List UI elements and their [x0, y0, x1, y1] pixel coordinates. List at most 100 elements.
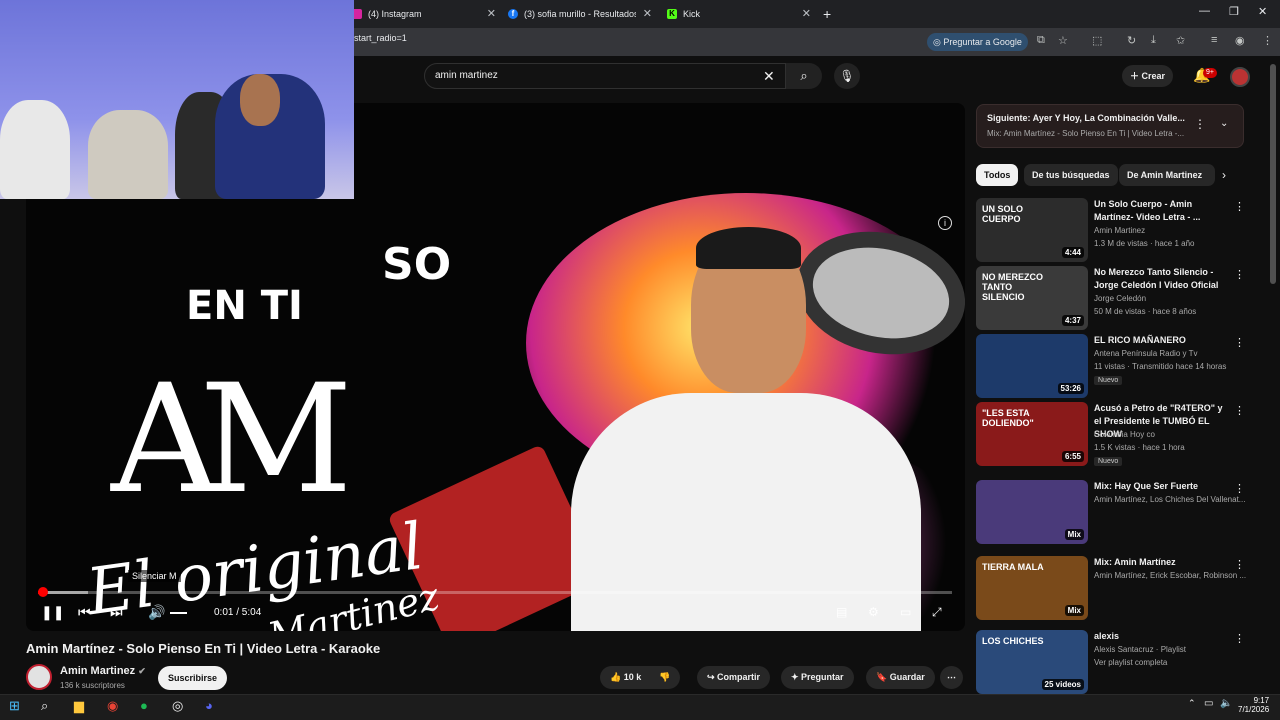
previous-icon[interactable]: ⏮	[78, 604, 91, 621]
up-next-card[interactable]: Siguiente: Ayer Y Hoy, La Combinación Va…	[976, 104, 1244, 148]
favorites-icon[interactable]: ✩	[1176, 34, 1185, 47]
chrome-icon[interactable]: ◉	[107, 698, 118, 714]
chevron-right-icon[interactable]: ›	[1222, 168, 1226, 182]
kebab-menu-icon[interactable]: ⋮	[1234, 404, 1245, 417]
fullscreen-icon[interactable]: ⤢	[932, 605, 942, 620]
discord-icon[interactable]: ◕	[205, 698, 213, 713]
video-thumbnail[interactable]: TIERRA MALA Mix	[976, 556, 1088, 620]
video-thumbnail[interactable]: UN SOLO CUERPO 4:44	[976, 198, 1088, 262]
related-video-channel[interactable]: Colombia Hoy co	[1094, 430, 1155, 439]
related-video-item[interactable]: UN SOLO CUERPO 4:44 Un Solo Cuerpo - Amin …	[976, 198, 1245, 262]
close-icon[interactable]: ✕	[802, 7, 811, 20]
video-thumbnail[interactable]: Mix	[976, 480, 1088, 544]
tray-chevron-icon[interactable]: ⌃	[1188, 698, 1196, 709]
subscribe-button[interactable]: Suscribirse	[158, 666, 228, 690]
related-video-item[interactable]: NO MEREZCO TANTO SILENCIO 4:37 No Merezco …	[976, 266, 1245, 330]
obs-icon[interactable]: ◎	[172, 698, 183, 714]
network-icon[interactable]: ▭	[1204, 698, 1213, 709]
new-tab-button[interactable]: +	[823, 4, 831, 24]
related-video-channel[interactable]: Amin Martínez, Los Chiches Del Vallenat.…	[1094, 495, 1245, 504]
related-video-title[interactable]: Mix: Amin Martínez	[1094, 556, 1224, 569]
more-actions-button[interactable]: ⋯	[940, 666, 963, 689]
voice-search-button[interactable]: 🎙	[834, 63, 860, 89]
volume-slider[interactable]	[170, 612, 187, 614]
close-window-icon[interactable]: ✕	[1258, 5, 1267, 18]
video-thumbnail[interactable]: 53:26	[976, 334, 1088, 398]
chip-de-amin-martinez[interactable]: De Amin Martinez	[1119, 164, 1215, 186]
kebab-menu-icon[interactable]: ⋮	[1234, 336, 1245, 349]
related-video-title[interactable]: Un Solo Cuerpo - Amin Martínez- Video Le…	[1094, 198, 1224, 224]
chevron-down-icon[interactable]: ⌄	[1220, 118, 1228, 129]
page-scrollbar[interactable]	[1270, 64, 1276, 284]
related-video-item[interactable]: "LES ESTA DOLIENDO" 6:55 Acusó a Petro de …	[976, 402, 1245, 466]
tab-instagram[interactable]: (4) Instagram ✕	[352, 4, 496, 24]
kebab-menu-icon[interactable]: ⋮	[1234, 268, 1245, 281]
spotify-icon[interactable]: ●	[140, 698, 148, 713]
kebab-menu-icon[interactable]: ⋮	[1234, 482, 1245, 495]
file-explorer-icon[interactable]: ▆	[74, 698, 84, 714]
related-video-title[interactable]: EL RICO MAÑANERO	[1094, 334, 1224, 347]
related-video-channel[interactable]: Antena Península Radio y Tv	[1094, 349, 1197, 358]
bookmark-star-icon[interactable]: ☆	[1058, 34, 1068, 47]
avatar[interactable]	[1230, 67, 1250, 87]
subtitles-icon[interactable]: ▤	[836, 605, 847, 619]
channel-name[interactable]: Amin Martinez ✔	[60, 665, 146, 677]
scrubber-handle[interactable]	[37, 587, 48, 597]
kebab-menu-icon[interactable]: ⋮	[1234, 558, 1245, 571]
ask-button[interactable]: ✦ Preguntar	[781, 666, 854, 689]
tab-facebook[interactable]: f (3) sofia murillo - Resultados de ✕	[508, 4, 652, 24]
download-icon[interactable]: ⤓	[1151, 34, 1156, 47]
related-video-item[interactable]: Mix Mix: Hay Que Ser Fuerte Amin Martínez,…	[976, 480, 1245, 544]
settings-icon[interactable]: ⚙	[868, 605, 879, 619]
theater-mode-icon[interactable]: ▭	[900, 605, 911, 619]
kebab-menu-icon[interactable]: ⋮	[1234, 200, 1245, 213]
profile-icon[interactable]: ◉	[1235, 34, 1245, 47]
clear-search-icon[interactable]: ✕	[763, 68, 775, 85]
kebab-menu-icon[interactable]: ⋮	[1194, 117, 1206, 131]
related-video-item[interactable]: LOS CHICHES 25 videos alexis Alexis Santacr…	[976, 630, 1245, 694]
video-thumbnail[interactable]: NO MEREZCO TANTO SILENCIO 4:37	[976, 266, 1088, 330]
like-button[interactable]: 👍 10 k 👎	[600, 666, 681, 689]
extensions-icon[interactable]: ⬚	[1092, 34, 1102, 47]
tab-kick[interactable]: K Kick ✕	[667, 4, 811, 24]
pause-icon[interactable]: ❚❚	[41, 604, 64, 621]
info-icon[interactable]: i	[938, 216, 952, 230]
related-video-title[interactable]: alexis	[1094, 630, 1224, 643]
related-video-channel[interactable]: Jorge Celedón	[1094, 294, 1146, 303]
related-video-item[interactable]: TIERRA MALA Mix Mix: Amin Martínez Amin Mar…	[976, 556, 1246, 620]
share-button[interactable]: ↪ Compartir	[697, 666, 771, 689]
url-text[interactable]: start_radio=1	[354, 33, 407, 43]
history-icon[interactable]: ↻	[1127, 34, 1136, 47]
install-icon[interactable]: ⧉	[1037, 34, 1045, 47]
chip-todos[interactable]: Todos	[976, 164, 1019, 186]
related-video-channel[interactable]: Amin Martínez, Erick Escobar, Robinson .…	[1094, 571, 1246, 580]
search-button[interactable]: ⌕	[786, 63, 822, 89]
minimize-icon[interactable]: —	[1199, 5, 1210, 17]
progress-bar[interactable]	[37, 587, 952, 597]
restore-icon[interactable]: ❐	[1229, 5, 1239, 18]
related-video-channel[interactable]: Amin Martinez	[1094, 226, 1145, 235]
related-video-channel[interactable]: Alexis Santacruz · Playlist	[1094, 645, 1186, 654]
video-thumbnail[interactable]: "LES ESTA DOLIENDO" 6:55	[976, 402, 1088, 466]
close-icon[interactable]: ✕	[643, 7, 652, 20]
search-input[interactable]: amin martinez	[424, 63, 786, 89]
browser-menu-icon[interactable]: ⋮	[1262, 34, 1273, 47]
search-icon[interactable]: ⌕	[41, 698, 48, 714]
save-button[interactable]: 🔖 Guardar	[866, 666, 935, 689]
system-clock[interactable]: 9:17 7/1/2026	[1238, 696, 1269, 714]
chip-de-tus-busquedas[interactable]: De tus búsquedas	[1024, 164, 1118, 186]
dislike-icon[interactable]: 👎	[659, 672, 670, 682]
kebab-menu-icon[interactable]: ⋮	[1234, 632, 1245, 645]
related-video-title[interactable]: No Merezco Tanto Silencio - Jorge Celedó…	[1094, 266, 1224, 292]
create-button[interactable]: ＋ Crear	[1122, 65, 1174, 87]
close-icon[interactable]: ✕	[487, 7, 496, 20]
volume-icon[interactable]: 🔊	[148, 604, 165, 621]
channel-avatar[interactable]	[26, 664, 52, 690]
next-icon[interactable]: ⏭	[110, 604, 123, 621]
related-video-title[interactable]: Mix: Hay Que Ser Fuerte	[1094, 480, 1224, 493]
reading-list-icon[interactable]: ≡	[1211, 34, 1217, 46]
related-video-item[interactable]: 53:26 EL RICO MAÑANERO Antena Península Ra…	[976, 334, 1245, 398]
windows-start-icon[interactable]: ⊞	[9, 698, 20, 714]
ask-google-button[interactable]: ◎ Preguntar a Google	[927, 33, 1028, 51]
video-thumbnail[interactable]: LOS CHICHES 25 videos	[976, 630, 1088, 694]
